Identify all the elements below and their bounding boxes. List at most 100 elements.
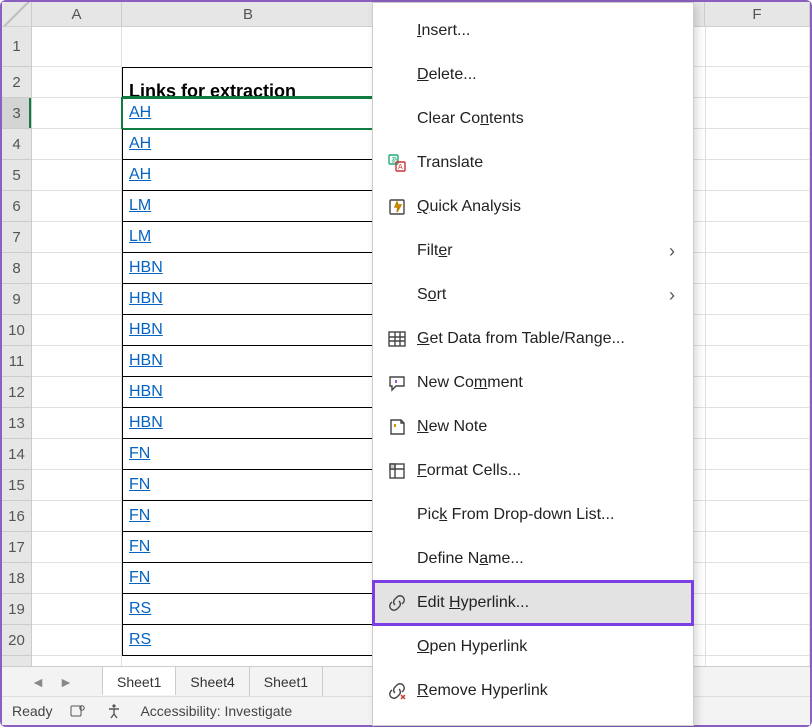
- cell[interactable]: [705, 594, 810, 625]
- cell[interactable]: HBN: [122, 346, 375, 377]
- cell[interactable]: [32, 346, 122, 377]
- menu-item[interactable]: あATranslate: [373, 141, 693, 185]
- cell[interactable]: FN: [122, 470, 375, 501]
- row-header[interactable]: 5: [2, 160, 32, 191]
- menu-item[interactable]: Quick Analysis: [373, 185, 693, 229]
- row-header[interactable]: 1: [2, 27, 32, 67]
- menu-item[interactable]: Filter›: [373, 229, 693, 273]
- table-header-cell[interactable]: Links for extraction: [122, 67, 375, 98]
- cell[interactable]: [32, 284, 122, 315]
- cell[interactable]: RS: [122, 594, 375, 625]
- cell[interactable]: [705, 253, 810, 284]
- sheet-tab[interactable]: Sheet4: [176, 667, 249, 696]
- cell[interactable]: [32, 501, 122, 532]
- cell[interactable]: [32, 160, 122, 191]
- cell[interactable]: [705, 439, 810, 470]
- menu-item[interactable]: Sort›: [373, 273, 693, 317]
- hyperlink-cell[interactable]: LM: [129, 197, 151, 214]
- cell[interactable]: [32, 594, 122, 625]
- cell[interactable]: [705, 222, 810, 253]
- cell[interactable]: [705, 408, 810, 439]
- hyperlink-cell[interactable]: AH: [129, 166, 151, 183]
- menu-item[interactable]: Edit Hyperlink...: [373, 581, 693, 625]
- menu-item[interactable]: Pick From Drop-down List...: [373, 493, 693, 537]
- cell[interactable]: [32, 253, 122, 284]
- cell[interactable]: [705, 532, 810, 563]
- hyperlink-cell[interactable]: HBN: [129, 321, 163, 338]
- cell[interactable]: [32, 27, 122, 67]
- menu-item[interactable]: Open Hyperlink: [373, 625, 693, 669]
- cell[interactable]: [705, 501, 810, 532]
- tab-prev-icon[interactable]: ◄: [31, 674, 45, 690]
- row-header[interactable]: 19: [2, 594, 32, 625]
- cell[interactable]: [32, 222, 122, 253]
- col-header-a[interactable]: A: [32, 2, 122, 26]
- row-header[interactable]: 3: [2, 98, 32, 129]
- cell[interactable]: HBN: [122, 315, 375, 346]
- menu-item[interactable]: Define Name...: [373, 537, 693, 581]
- row-header[interactable]: 10: [2, 315, 32, 346]
- cell[interactable]: AH: [122, 129, 375, 160]
- cell[interactable]: AH: [122, 98, 375, 129]
- hyperlink-cell[interactable]: HBN: [129, 352, 163, 369]
- cell[interactable]: [705, 563, 810, 594]
- cell[interactable]: [32, 315, 122, 346]
- row-header[interactable]: 2: [2, 67, 32, 98]
- row-header[interactable]: 4: [2, 129, 32, 160]
- col-header-b[interactable]: B: [122, 2, 375, 26]
- menu-item[interactable]: Insert...: [373, 9, 693, 53]
- hyperlink-cell[interactable]: HBN: [129, 259, 163, 276]
- cell[interactable]: [32, 625, 122, 656]
- select-all-corner[interactable]: [2, 2, 32, 26]
- hyperlink-cell[interactable]: FN: [129, 445, 150, 462]
- cell[interactable]: LM: [122, 222, 375, 253]
- sheet-tab[interactable]: Sheet1: [102, 666, 176, 695]
- cell[interactable]: [32, 98, 122, 129]
- menu-item[interactable]: New Note: [373, 405, 693, 449]
- tab-nav[interactable]: ◄ ►: [2, 667, 102, 696]
- cell[interactable]: [32, 377, 122, 408]
- cell[interactable]: [32, 532, 122, 563]
- cell[interactable]: FN: [122, 563, 375, 594]
- cell[interactable]: [32, 408, 122, 439]
- row-header[interactable]: 16: [2, 501, 32, 532]
- hyperlink-cell[interactable]: HBN: [129, 414, 163, 431]
- col-header-f[interactable]: F: [705, 2, 810, 26]
- cell[interactable]: [705, 27, 810, 67]
- hyperlink-cell[interactable]: FN: [129, 507, 150, 524]
- cell[interactable]: [32, 67, 122, 98]
- cell[interactable]: [705, 470, 810, 501]
- cell[interactable]: [705, 67, 810, 98]
- cell[interactable]: [32, 191, 122, 222]
- hyperlink-cell[interactable]: RS: [129, 600, 151, 617]
- accessibility-icon[interactable]: [104, 703, 124, 719]
- cell[interactable]: [122, 27, 375, 67]
- row-header[interactable]: 14: [2, 439, 32, 470]
- hyperlink-cell[interactable]: AH: [129, 104, 151, 121]
- hyperlink-cell[interactable]: RS: [129, 631, 151, 648]
- row-header[interactable]: 20: [2, 625, 32, 656]
- macro-record-icon[interactable]: [68, 703, 88, 719]
- menu-item[interactable]: Clear Contents: [373, 97, 693, 141]
- cell[interactable]: [32, 439, 122, 470]
- menu-item[interactable]: New Comment: [373, 361, 693, 405]
- hyperlink-cell[interactable]: FN: [129, 569, 150, 586]
- cell[interactable]: [705, 160, 810, 191]
- cell[interactable]: LM: [122, 191, 375, 222]
- hyperlink-cell[interactable]: FN: [129, 538, 150, 555]
- hyperlink-cell[interactable]: AH: [129, 135, 151, 152]
- cell[interactable]: [32, 129, 122, 160]
- cell[interactable]: [32, 470, 122, 501]
- row-header[interactable]: 15: [2, 470, 32, 501]
- cell[interactable]: FN: [122, 501, 375, 532]
- cell[interactable]: [705, 284, 810, 315]
- row-header[interactable]: 6: [2, 191, 32, 222]
- cell[interactable]: HBN: [122, 253, 375, 284]
- cell[interactable]: [705, 346, 810, 377]
- cell[interactable]: [32, 563, 122, 594]
- cell[interactable]: FN: [122, 532, 375, 563]
- row-header[interactable]: 12: [2, 377, 32, 408]
- cell[interactable]: HBN: [122, 284, 375, 315]
- row-header[interactable]: 11: [2, 346, 32, 377]
- cell[interactable]: [705, 625, 810, 656]
